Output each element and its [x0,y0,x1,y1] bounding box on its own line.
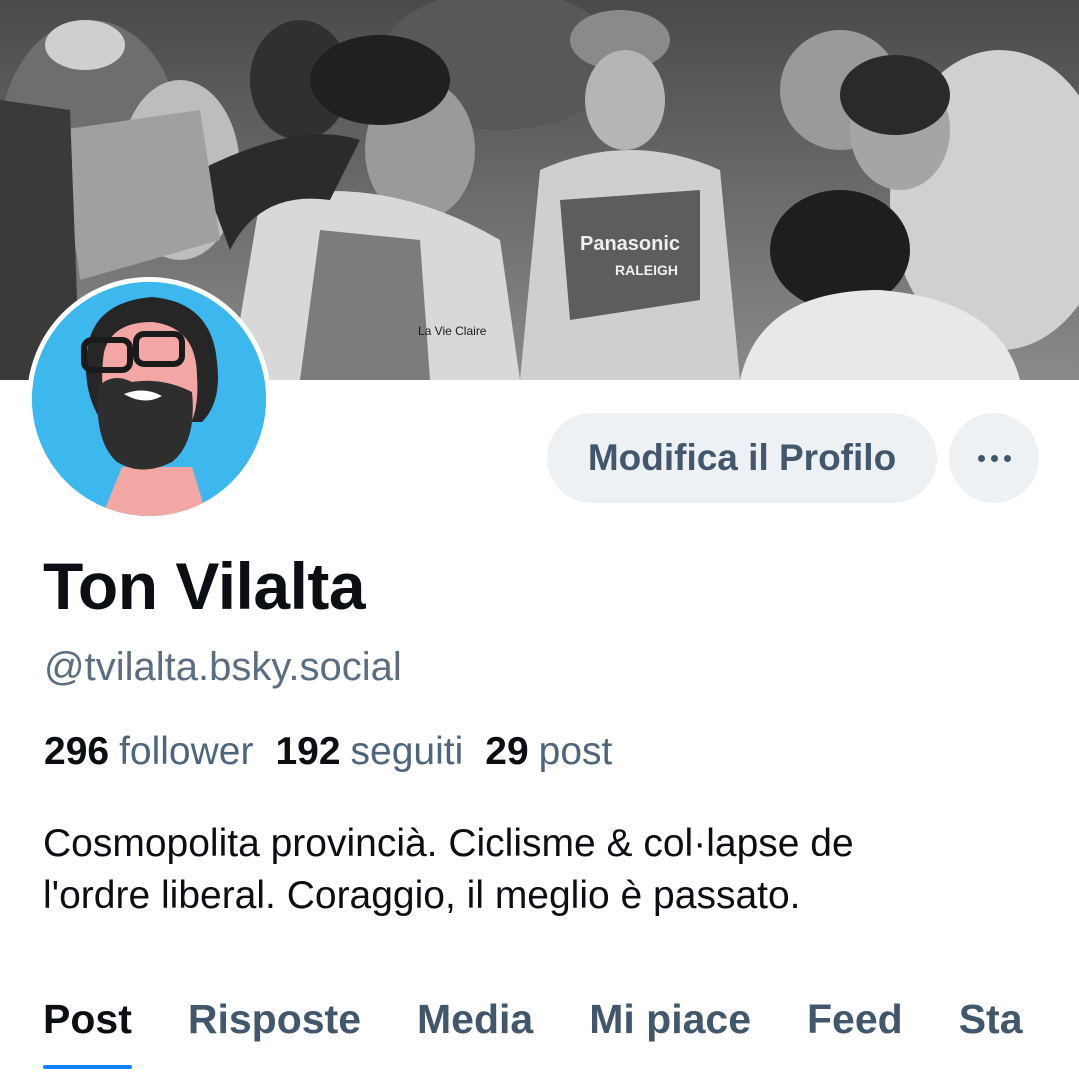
tab-mi-piace[interactable]: Mi piace [589,996,751,1069]
tab-starter-packs[interactable]: Sta [959,996,1023,1069]
posts-label: post [538,730,613,773]
more-options-button[interactable] [949,413,1039,503]
posts-stat: 29 post [485,730,612,774]
profile-tabs: Post Risposte Media Mi piace Feed Sta [43,996,1023,1069]
avatar-illustration [32,282,266,516]
edit-profile-button[interactable]: Modifica il Profilo [547,413,937,503]
following-stat[interactable]: 192 seguiti [275,730,463,774]
profile-stats: 296 follower 192 seguiti 29 post [44,730,612,774]
banner-jersey-text-1: Panasonic [580,233,680,255]
banner-jersey-text-2: RALEIGH [615,262,678,278]
display-name: Ton Vilalta [43,549,366,623]
tab-media[interactable]: Media [417,996,533,1069]
posts-count: 29 [485,730,529,773]
bio-line-1: Cosmopolita provincià. Ciclisme & col·la… [43,822,854,865]
avatar[interactable] [27,277,271,521]
followers-label: follower [119,730,254,773]
bio-line-2: l'ordre liberal. Coraggio, il meglio è p… [43,874,801,917]
tab-feed[interactable]: Feed [807,996,903,1069]
more-horizontal-icon [977,454,1011,462]
followers-stat[interactable]: 296 follower [44,730,253,774]
following-count: 192 [275,730,341,773]
banner-jersey-text-3: La Vie Claire [418,324,487,338]
tab-post[interactable]: Post [43,996,132,1069]
followers-count: 296 [44,730,110,773]
profile-handle: @tvilalta.bsky.social [44,645,402,689]
tab-risposte[interactable]: Risposte [188,996,361,1069]
following-label: seguiti [350,730,464,773]
profile-bio: Cosmopolita provincià. Ciclisme & col·la… [43,818,1053,922]
